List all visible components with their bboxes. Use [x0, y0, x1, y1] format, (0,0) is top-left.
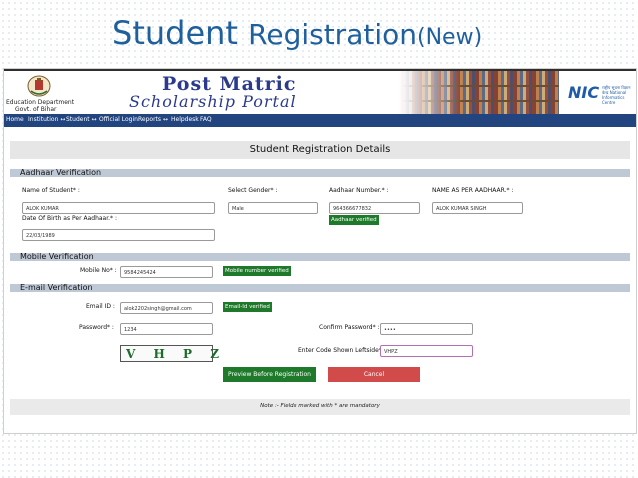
- confirm-password-input[interactable]: ••••: [380, 323, 473, 335]
- main-nav: Home Institution ↔ Student ↔ Official Lo…: [4, 114, 636, 127]
- mandatory-note-bar: Note :- Fields marked with * are mandato…: [10, 399, 630, 415]
- confirm-password-label: Confirm Password* :: [319, 324, 380, 331]
- nav-item-reports[interactable]: Reports ↔: [138, 116, 168, 123]
- name-label: Name of Student* :: [22, 187, 80, 194]
- nav-item-home[interactable]: Home: [6, 116, 24, 123]
- captcha-code-input[interactable]: VHPZ: [380, 345, 473, 357]
- nic-logo: NIC: [568, 83, 600, 102]
- preview-registration-button[interactable]: Preview Before Registration: [223, 367, 316, 382]
- nav-item-institution[interactable]: Institution ↔: [28, 116, 65, 123]
- nav-item-faq[interactable]: FAQ: [200, 116, 212, 123]
- portal-subtitle: Scholarship Portal: [129, 92, 297, 111]
- cancel-button[interactable]: Cancel: [328, 367, 420, 382]
- name-input[interactable]: ALOK KUMAR: [22, 202, 215, 214]
- captcha-image: V H P Z: [120, 345, 219, 362]
- email-input[interactable]: alok2202singh@gmail.com: [120, 302, 213, 314]
- aadhaar-number-input[interactable]: 964366677832: [329, 202, 420, 214]
- password-input[interactable]: 1234: [120, 323, 213, 335]
- government-name: Govt. of Bihar: [15, 106, 57, 113]
- email-verified-badge: Email-Id verified: [223, 302, 272, 312]
- mobile-section-bar: Mobile Verification: [10, 252, 630, 261]
- mobile-input[interactable]: 9584245424: [120, 266, 213, 278]
- name-as-aadhaar-label: NAME AS PER AADHAAR.* :: [432, 187, 514, 194]
- mobile-verified-badge: Mobile number verified: [223, 266, 291, 276]
- aadhaar-section-bar: Aadhaar Verification: [10, 168, 630, 177]
- nic-caption: राष्ट्रीय सूचना विज्ञान केन्द्र National…: [602, 85, 631, 105]
- aadhaar-number-label: Aadhaar Number.* :: [329, 187, 389, 194]
- slide-title-part1: Student: [112, 14, 249, 52]
- email-section-title: E-mail Verification: [20, 283, 93, 292]
- slide-title-part2: Registration: [248, 18, 417, 51]
- aadhaar-section-title: Aadhaar Verification: [20, 168, 102, 177]
- password-label: Password* :: [79, 324, 114, 331]
- bihar-emblem-icon: [27, 75, 51, 97]
- dob-label: Date Of Birth as Per Aadhaar.* :: [22, 215, 117, 222]
- gender-select[interactable]: Male: [228, 202, 318, 214]
- nav-item-helpdesk[interactable]: Helpdesk: [171, 116, 199, 123]
- captcha-code-label: Enter Code Shown Leftside* :: [298, 347, 386, 354]
- portal-banner: Education Department Govt. of Bihar Post…: [4, 71, 636, 114]
- name-as-aadhaar-input[interactable]: ALOK KUMAR SINGH: [432, 202, 523, 214]
- email-label: Email ID :: [86, 303, 115, 310]
- dob-input[interactable]: 22/03/1989: [22, 229, 215, 241]
- mobile-label: Mobile No* :: [80, 267, 117, 274]
- mandatory-note: Note :- Fields marked with * are mandato…: [260, 403, 380, 409]
- nav-item-student[interactable]: Student ↔: [66, 116, 97, 123]
- form-heading: Student Registration Details: [249, 144, 391, 155]
- email-section-bar: E-mail Verification: [10, 283, 630, 292]
- books-banner-image: [399, 71, 559, 114]
- portal-screenshot: Education Department Govt. of Bihar Post…: [3, 68, 637, 434]
- slide-title-part3: (New): [417, 25, 483, 50]
- department-name: Education Department: [6, 99, 75, 106]
- slide-title: Student Registration(New): [112, 14, 482, 52]
- form-heading-bar: Student Registration Details: [10, 141, 630, 159]
- nav-item-official-login[interactable]: Official Login: [99, 116, 138, 123]
- aadhaar-verified-badge: Aadhaar verified: [329, 215, 379, 225]
- mobile-section-title: Mobile Verification: [20, 252, 94, 261]
- gender-label: Select Gender* :: [228, 187, 278, 194]
